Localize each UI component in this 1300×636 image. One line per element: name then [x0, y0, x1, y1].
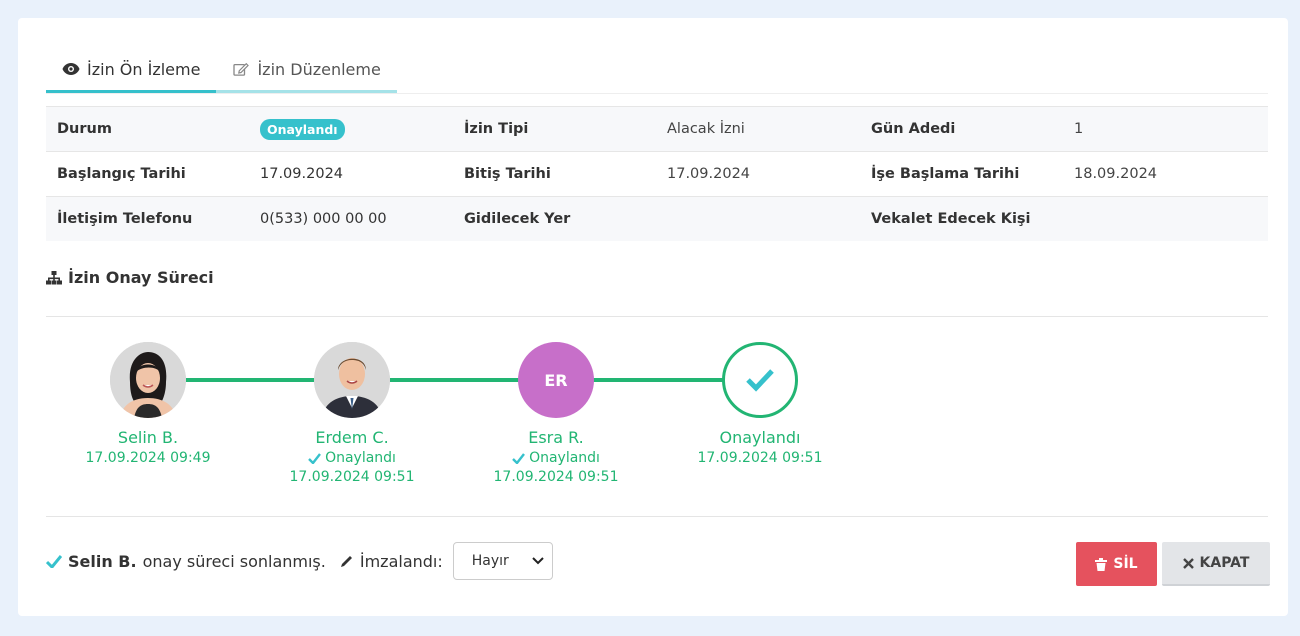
info-row: İletişim Telefonu 0(533) 000 00 00 Gidil…	[46, 196, 1268, 241]
step-final-label: Onaylandı	[719, 428, 801, 447]
signed-label: İmzalandı:	[359, 551, 443, 571]
tab-preview-label: İzin Ön İzleme	[87, 59, 201, 79]
tab-preview[interactable]: İzin Ön İzleme	[46, 48, 217, 94]
leave-type-label: İzin Tipi	[464, 121, 529, 137]
step-status-label: Onaylandı	[529, 450, 600, 466]
delete-button-label: SİL	[1113, 556, 1138, 572]
step-approver-name: Selin B.	[117, 428, 179, 447]
check-icon	[746, 369, 774, 392]
tab-divider	[46, 93, 1268, 94]
divider	[46, 316, 1268, 317]
avatar-initials: ER	[544, 370, 568, 390]
timeline-step: Selin B. 17.09.2024 09:49	[58, 342, 238, 466]
leave-type-value: Alacak İzni	[667, 121, 745, 137]
leave-detail-panel: İzin Ön İzleme İzin Düzenleme Durum Onay…	[18, 18, 1288, 616]
info-row: Durum Onaylandı İzin Tipi Alacak İzni Gü…	[46, 106, 1268, 151]
timeline-step: Erdem C. Onaylandı 17.09.2024 09:51	[262, 342, 442, 485]
tab-bar: İzin Ön İzleme İzin Düzenleme	[46, 48, 397, 94]
signed-select-value: Hayır	[471, 553, 509, 569]
leave-info-table: Durum Onaylandı İzin Tipi Alacak İzni Gü…	[46, 106, 1268, 241]
footer-status: Selin B. onay süreci sonlanmış. İmzaland…	[46, 542, 553, 580]
close-button-label: KAPAT	[1199, 555, 1250, 571]
woman-avatar-icon	[110, 342, 186, 418]
info-row: Başlangıç Tarihi 17.09.2024 Bitiş Tarihi…	[46, 151, 1268, 196]
step-approver-name: Erdem C.	[315, 428, 389, 447]
phone-label: İletişim Telefonu	[57, 211, 193, 227]
tab-edit-label: İzin Düzenleme	[257, 59, 381, 79]
step-approver-name: Esra R.	[528, 428, 584, 447]
approval-process-title: İzin Onay Süreci	[68, 268, 214, 287]
pencil-icon	[340, 556, 352, 567]
man-avatar-icon	[314, 342, 390, 418]
status-label: Durum	[57, 121, 112, 137]
close-button[interactable]: KAPAT	[1162, 542, 1270, 586]
timeline-step: ER Esra R. Onaylandı 17.09.2024 09:51	[466, 342, 646, 485]
status-cell: Onaylandı	[249, 118, 453, 140]
close-icon	[1182, 557, 1194, 569]
check-icon	[308, 452, 322, 464]
signed-select[interactable]: Hayır	[452, 542, 553, 580]
sitemap-icon	[46, 270, 62, 284]
day-count-label: Gün Adedi	[871, 121, 956, 137]
avatar	[722, 342, 798, 418]
chevron-down-icon	[532, 557, 544, 565]
step-date: 17.09.2024 09:51	[289, 469, 415, 485]
return-date-value: 18.09.2024	[1074, 166, 1158, 182]
trash-icon	[1095, 557, 1108, 571]
avatar	[314, 342, 390, 418]
end-date-label: Bitiş Tarihi	[464, 166, 551, 182]
footer-user: Selin B.	[68, 551, 137, 571]
start-date-value: 17.09.2024	[260, 166, 344, 182]
footer-message: onay süreci sonlanmış.	[142, 551, 326, 571]
start-date-label: Başlangıç Tarihi	[57, 166, 186, 182]
timeline-step: Onaylandı 17.09.2024 09:51	[670, 342, 850, 466]
step-date: 17.09.2024 09:51	[697, 450, 823, 466]
status-badge: Onaylandı	[260, 118, 345, 140]
step-status: Onaylandı	[466, 450, 646, 466]
avatar	[110, 342, 186, 418]
step-status-label: Onaylandı	[325, 450, 396, 466]
tab-edit[interactable]: İzin Düzenleme	[216, 48, 397, 94]
delete-button[interactable]: SİL	[1076, 542, 1157, 586]
eye-icon	[62, 63, 80, 75]
edit-icon	[233, 62, 250, 76]
avatar: ER	[518, 342, 594, 418]
step-status: Onaylandı	[262, 450, 442, 466]
check-icon	[46, 554, 62, 568]
end-date-value: 17.09.2024	[667, 166, 751, 182]
divider	[46, 516, 1268, 517]
deputy-label: Vekalet Edecek Kişi	[871, 211, 1031, 227]
phone-value: 0(533) 000 00 00	[260, 211, 387, 227]
step-date: 17.09.2024 09:49	[85, 450, 211, 466]
return-date-label: İşe Başlama Tarihi	[871, 166, 1020, 182]
approval-process-heading: İzin Onay Süreci	[46, 268, 214, 287]
destination-label: Gidilecek Yer	[464, 211, 571, 227]
step-date: 17.09.2024 09:51	[493, 469, 619, 485]
day-count-value: 1	[1074, 121, 1084, 137]
check-icon	[512, 452, 526, 464]
